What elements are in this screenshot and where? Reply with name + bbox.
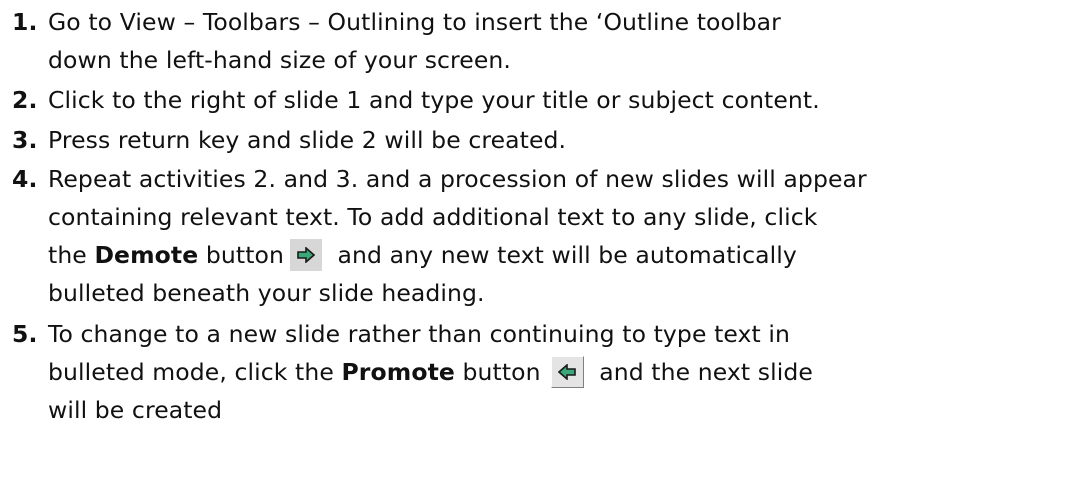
step-1: 1. Go to View – Toolbars – Outlining to … (12, 3, 1062, 79)
text-fragment: and any new text will be automatically (329, 241, 797, 269)
demote-label: Demote (94, 241, 199, 269)
step-5: 5. To change to a new slide rather than … (12, 315, 1062, 429)
step-text-line: containing relevant text. To add additio… (48, 203, 818, 231)
step-number: 2. (12, 86, 38, 114)
step-3: 3. Press return key and slide 2 will be … (12, 121, 1062, 159)
step-text-line-demote: the Demote button and any new text will … (12, 236, 1062, 274)
step-text-line: Press return key and slide 2 will be cre… (48, 126, 567, 154)
step-number: 4. (12, 165, 38, 193)
step-text-line: will be created (48, 396, 223, 424)
step-text-line: bulleted beneath your slide heading. (48, 279, 485, 307)
step-number: 3. (12, 126, 38, 154)
left-arrow-icon (558, 363, 576, 380)
text-fragment: button (198, 241, 284, 269)
text-fragment: and the next slide (591, 358, 813, 386)
step-2: 2. Click to the right of slide 1 and typ… (12, 81, 1062, 119)
step-text-line: Go to View – Toolbars – Outlining to ins… (48, 8, 781, 36)
step-text-line: Repeat activities 2. and 3. and a proces… (48, 165, 867, 193)
promote-button[interactable] (550, 355, 584, 388)
step-number: 1. (12, 8, 38, 36)
text-fragment: bulleted mode, click the (48, 358, 342, 386)
step-4: 4. Repeat activities 2. and 3. and a pro… (12, 160, 1062, 312)
demote-button[interactable] (289, 238, 322, 271)
instruction-document: 1. Go to View – Toolbars – Outlining to … (0, 0, 1070, 486)
step-number: 5. (12, 320, 38, 348)
text-fragment: button (454, 358, 541, 386)
step-text-line: To change to a new slide rather than con… (48, 320, 791, 348)
step-text-line: down the left-hand size of your screen. (48, 46, 511, 74)
step-text-line: Click to the right of slide 1 and type y… (48, 86, 820, 114)
step-text-line-promote: bulleted mode, click the Promote button … (12, 353, 1062, 391)
promote-label: Promote (341, 358, 455, 386)
right-arrow-icon (297, 246, 315, 263)
text-fragment: the (48, 241, 95, 269)
